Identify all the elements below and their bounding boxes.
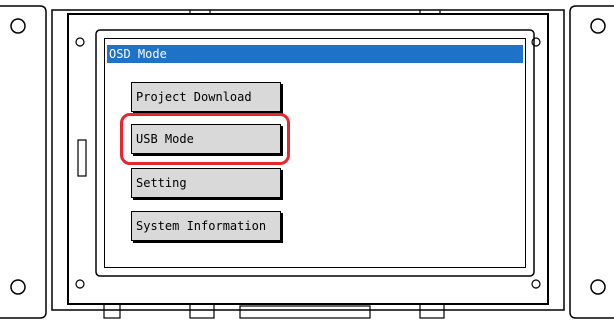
usb-mode-button[interactable]: USB Mode [131, 124, 281, 154]
left-top-screw-hole [10, 18, 26, 34]
housing-screw-tl [75, 37, 85, 47]
bottom-connector-3 [239, 305, 371, 319]
housing-screw-bl [75, 279, 85, 289]
project-download-button[interactable]: Project Download [131, 82, 281, 112]
bottom-connector-2 [189, 303, 215, 319]
left-bottom-screw-hole [10, 279, 26, 295]
right-top-screw-hole [590, 18, 606, 34]
side-port [77, 139, 87, 177]
system-information-button[interactable]: System Information [131, 211, 281, 241]
right-mount-bracket [569, 5, 614, 319]
lcd-screen: OSD Mode Project Download USB Mode Setti… [104, 38, 526, 268]
left-mount-bracket [0, 5, 47, 319]
right-bottom-screw-hole [590, 279, 606, 295]
housing-screw-tr [531, 37, 541, 47]
bottom-connector-4 [419, 303, 445, 319]
setting-button[interactable]: Setting [131, 168, 281, 198]
device-stage: OSD Mode Project Download USB Mode Setti… [0, 0, 614, 324]
housing-screw-br [531, 279, 541, 289]
osd-title-bar: OSD Mode [107, 45, 523, 63]
bottom-connector-1 [103, 303, 121, 319]
